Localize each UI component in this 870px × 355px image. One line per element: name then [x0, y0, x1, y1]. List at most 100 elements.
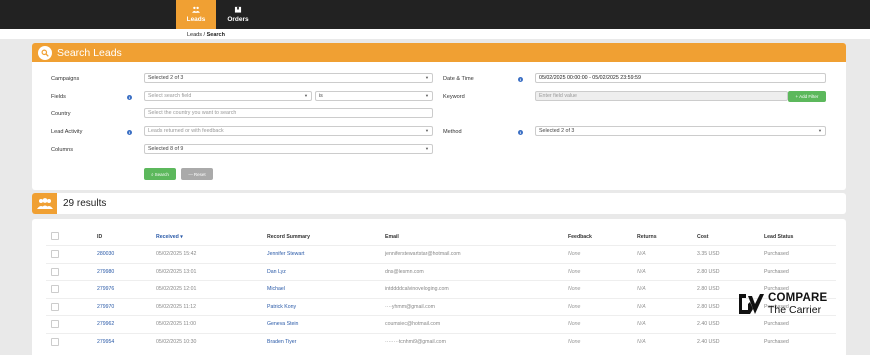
cost: 2.40 USD — [697, 321, 720, 327]
results-header: 29 results — [32, 193, 846, 214]
breadcrumb: Leads / Search — [187, 32, 225, 38]
info-icon[interactable]: i — [518, 130, 523, 135]
cost: 2.80 USD — [697, 269, 720, 275]
info-icon[interactable]: i — [518, 77, 523, 82]
operator-select[interactable]: is ▼ — [315, 91, 433, 101]
search-panel-header: Search Leads — [32, 43, 846, 62]
add-filter-button[interactable]: + Add Filter — [788, 91, 826, 102]
record-summary-link[interactable]: Patrick Kony — [267, 304, 296, 310]
returns: N/A — [637, 269, 646, 275]
fields-label: Fields — [51, 94, 66, 100]
row-checkbox[interactable] — [51, 250, 59, 258]
columns-value: Selected 8 of 9 — [148, 146, 184, 152]
email: intddddcalvinoveloging.com — [385, 286, 449, 292]
cost: 3.35 USD — [697, 251, 720, 257]
method-select[interactable]: Selected 2 of 3 ▼ — [535, 126, 826, 136]
top-nav: Leads Orders — [0, 0, 870, 29]
record-summary-link[interactable]: Dan Lyz — [267, 269, 286, 275]
breadcrumb-bar — [0, 29, 870, 39]
users-icon — [192, 6, 200, 13]
table-row[interactable]: 279954 05/02/2025 10:30 Braden Tiyer ···… — [46, 333, 836, 350]
lead-id-link[interactable]: 279976 — [97, 286, 114, 292]
cost: 2.80 USD — [697, 304, 720, 310]
column-header-lead-status[interactable]: Lead Status — [764, 234, 793, 240]
country-select[interactable]: Select the country you want to search — [144, 108, 433, 118]
search-button-label: Search — [154, 171, 169, 177]
campaigns-select[interactable]: Selected 2 of 3 ▼ — [144, 73, 433, 83]
info-icon[interactable]: i — [127, 95, 132, 100]
column-header-received[interactable]: Received ▾ — [156, 234, 183, 240]
search-button[interactable]: ⌕ Search — [144, 168, 176, 180]
feedback: None — [568, 321, 581, 327]
column-header-record-summary[interactable]: Record Summary — [267, 234, 310, 240]
column-header-returns[interactable]: Returns — [637, 234, 657, 240]
column-header-cost[interactable]: Cost — [697, 234, 709, 240]
breadcrumb-parent[interactable]: Leads — [187, 32, 202, 38]
record-summary-link[interactable]: Jennifer Stewart — [267, 251, 304, 257]
feedback: None — [568, 286, 581, 292]
date-range-input[interactable]: 05/02/2025 00:00:00 - 05/02/2025 23:59:5… — [535, 73, 826, 83]
fields-placeholder: Select search field — [148, 93, 192, 99]
record-summary-link[interactable]: Braden Tiyer — [267, 339, 296, 345]
method-label: Method — [443, 129, 462, 135]
compare-logo-icon — [739, 294, 764, 314]
table-row[interactable]: 279976 05/02/2025 12:01 Michael intddddc… — [46, 280, 836, 297]
users-icon — [32, 193, 57, 214]
column-header-email[interactable]: Email — [385, 234, 399, 240]
select-all-checkbox[interactable] — [51, 232, 59, 240]
search-leads-panel: Search Leads Campaigns Selected 2 of 3 ▼ … — [32, 43, 846, 190]
columns-label: Columns — [51, 147, 74, 153]
table-row[interactable]: 279970 05/02/2025 11:12 Patrick Kony ···… — [46, 298, 836, 315]
date-time-label: Date & Time — [443, 76, 474, 82]
compare-the-carrier-logo: COMPARE The Carrier — [738, 292, 827, 316]
feedback: None — [568, 251, 581, 257]
chevron-down-icon: ▼ — [425, 75, 429, 80]
lead-id-link[interactable]: 279980 — [97, 269, 114, 275]
reset-button[interactable]: — Reset — [181, 168, 213, 180]
keyword-label: Keyword — [443, 94, 465, 100]
table-row[interactable]: 279962 05/02/2025 11:00 Geneva Stein cou… — [46, 315, 836, 332]
chevron-down-icon: ▼ — [425, 128, 429, 133]
lead-activity-select[interactable]: Leads returned or with feedback ▼ — [144, 126, 433, 136]
lead-id-link[interactable]: 279954 — [97, 339, 114, 345]
fields-select[interactable]: Select search field ▼ — [144, 91, 312, 101]
row-checkbox[interactable] — [51, 285, 59, 293]
column-header-id[interactable]: ID — [97, 234, 102, 240]
keyword-placeholder: Enter field value — [539, 93, 577, 99]
email: ········tcnhmi9@gmail.com — [385, 339, 446, 345]
row-checkbox[interactable] — [51, 303, 59, 311]
chevron-down-icon: ▼ — [304, 93, 308, 98]
received-date: 05/02/2025 13:01 — [156, 269, 197, 275]
record-summary-link[interactable]: Michael — [267, 286, 285, 292]
search-panel-title: Search Leads — [57, 46, 122, 59]
table-row[interactable]: 280030 05/02/2025 15:42 Jennifer Stewart… — [46, 245, 836, 262]
cost: 2.40 USD — [697, 339, 720, 345]
keyword-input[interactable]: Enter field value — [535, 91, 788, 101]
columns-select[interactable]: Selected 8 of 9 ▼ — [144, 144, 433, 154]
lead-status: Purchased — [764, 251, 789, 257]
returns: N/A — [637, 339, 646, 345]
record-summary-link[interactable]: Geneva Stein — [267, 321, 298, 327]
lead-id-link[interactable]: 279962 — [97, 321, 114, 327]
row-checkbox[interactable] — [51, 338, 59, 346]
chevron-down-icon: ▼ — [425, 146, 429, 151]
info-icon[interactable]: i — [127, 130, 132, 135]
chevron-down-icon: ▼ — [818, 128, 822, 133]
received-date: 05/02/2025 12:01 — [156, 286, 197, 292]
method-value: Selected 2 of 3 — [539, 128, 575, 134]
tab-orders[interactable]: Orders — [218, 0, 258, 29]
reset-button-label: Reset — [193, 171, 206, 177]
column-header-feedback[interactable]: Feedback — [568, 234, 592, 240]
table-row[interactable]: 279980 05/02/2025 13:01 Dan Lyz dns@lesm… — [46, 263, 836, 280]
lead-status: Purchased — [764, 321, 789, 327]
search-icon: ⌕ — [151, 171, 154, 177]
lead-id-link[interactable]: 279970 — [97, 304, 114, 310]
returns: N/A — [637, 251, 646, 257]
row-checkbox[interactable] — [51, 268, 59, 276]
country-placeholder: Select the country you want to search — [148, 110, 237, 116]
tab-leads[interactable]: Leads — [176, 0, 216, 29]
tab-orders-label: Orders — [227, 16, 249, 23]
lead-activity-placeholder: Leads returned or with feedback — [148, 128, 224, 134]
lead-id-link[interactable]: 280030 — [97, 251, 114, 257]
row-checkbox[interactable] — [51, 320, 59, 328]
